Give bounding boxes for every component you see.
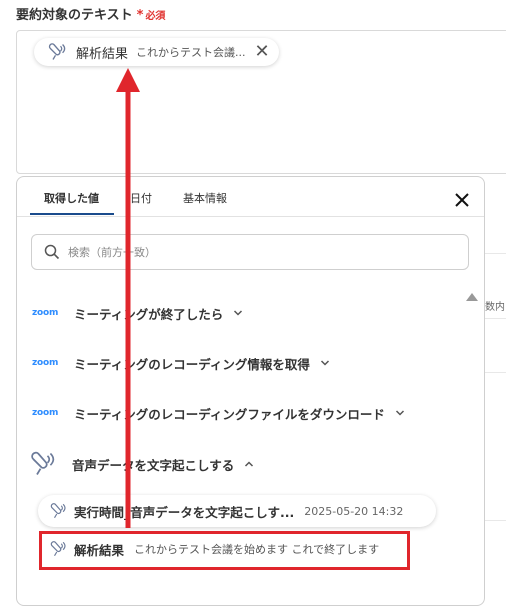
chevron-down-icon: [320, 360, 329, 366]
group-label: ミーティングのレコーディング情報を取得: [74, 356, 310, 372]
field-label: 要約対象のテキスト * 必須: [16, 4, 165, 23]
group-get-recording-info[interactable]: zoom ミーティングのレコーディング情報を取得: [32, 351, 330, 375]
chevron-up-icon: [245, 461, 254, 467]
group-label: ミーティングのレコーディングファイルをダウンロード: [74, 406, 385, 422]
active-tab-indicator: [30, 213, 114, 215]
required-text: 必須: [145, 11, 166, 22]
annotation-highlight-box: [39, 531, 410, 570]
tab-date[interactable]: 日付: [130, 190, 152, 206]
search-box[interactable]: [31, 234, 469, 270]
chip-value: これからテスト会議...: [136, 46, 246, 59]
sub-item-label: 実行時間_音声データを文字起こしす...: [74, 504, 295, 520]
required-star: *: [136, 8, 144, 23]
background-partial-text: 数内: [485, 302, 505, 313]
group-meeting-ended[interactable]: zoom ミーティングが終了したら: [32, 301, 243, 325]
tab-acquired-values[interactable]: 取得した値: [44, 190, 99, 206]
background-divider: [485, 253, 506, 254]
background-divider: [485, 318, 506, 319]
chevron-down-icon: [395, 410, 404, 416]
scroll-up-arrow-icon[interactable]: [466, 293, 478, 301]
microphone-wave-icon: [48, 43, 66, 60]
microphone-wave-icon: [31, 451, 55, 475]
microphone-wave-icon: [50, 503, 66, 519]
zoom-logo: zoom: [32, 408, 59, 418]
group-download-recording-file[interactable]: zoom ミーティングのレコーディングファイルをダウンロード: [32, 401, 405, 425]
field-label-text: 要約対象のテキスト: [16, 8, 133, 23]
tab-divider: [17, 216, 484, 217]
close-icon[interactable]: [452, 190, 472, 210]
sub-item-value: 2025-05-20 14:32: [304, 504, 404, 518]
tab-basic-info[interactable]: 基本情報: [183, 190, 227, 206]
background-divider: [485, 372, 506, 373]
zoom-logo: zoom: [32, 358, 59, 368]
sub-item-execution-time[interactable]: 実行時間_音声データを文字起こしす... 2025-05-20 14:32: [38, 495, 436, 527]
chip-label: 解析結果: [76, 46, 129, 62]
background-divider: [485, 520, 506, 521]
group-transcribe-audio[interactable]: 音声データを文字起こしする: [31, 451, 254, 476]
zoom-logo: zoom: [32, 308, 59, 318]
close-icon[interactable]: ✕: [253, 43, 271, 61]
group-label: ミーティングが終了したら: [74, 306, 224, 322]
chevron-down-icon: [234, 310, 243, 316]
search-icon: [44, 244, 60, 260]
variable-chip[interactable]: 解析結果 これからテスト会議... ✕: [34, 38, 279, 66]
group-label: 音声データを文字起こしする: [72, 457, 235, 473]
search-input[interactable]: [66, 244, 450, 260]
